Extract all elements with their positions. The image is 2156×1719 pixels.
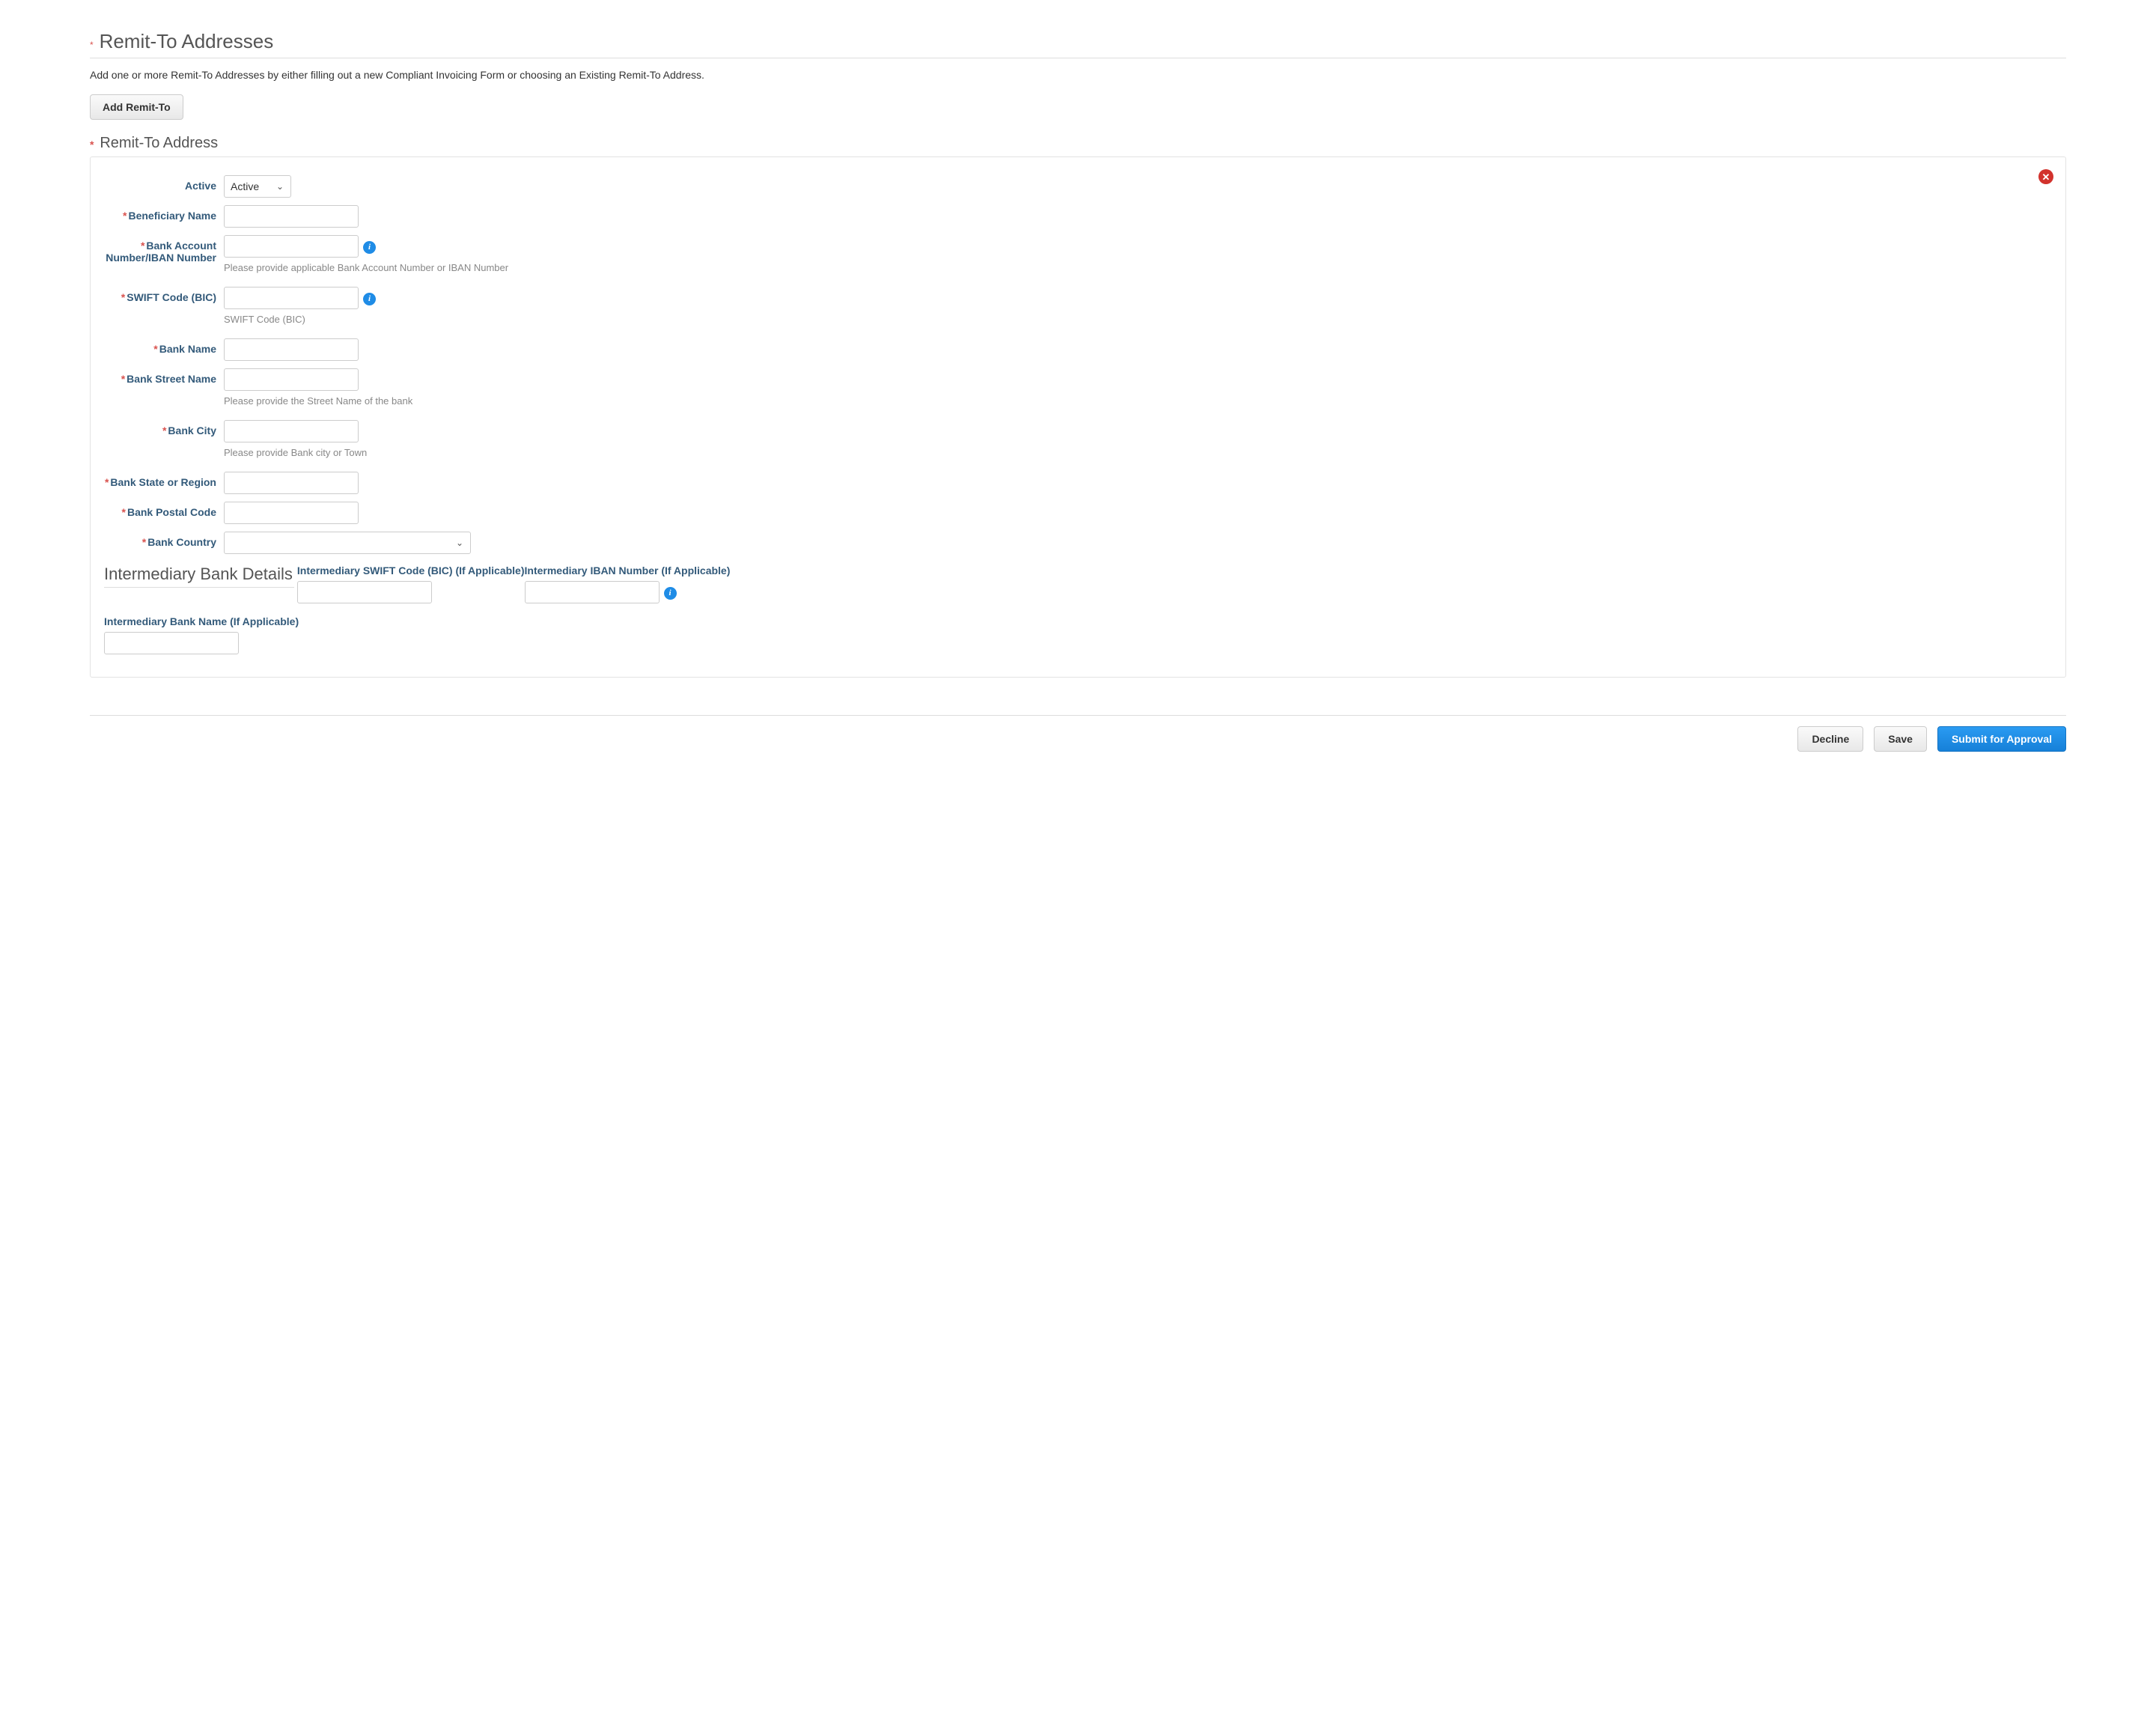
row-bank-state: *Bank State or Region <box>104 472 2052 494</box>
info-icon[interactable]: i <box>363 241 376 254</box>
close-icon[interactable]: ✕ <box>2038 169 2053 184</box>
row-bank-country: *Bank Country ⌄ <box>104 532 2052 554</box>
label-text: Bank Country <box>147 536 216 548</box>
label-bank-street: *Bank Street Name <box>104 368 224 385</box>
active-select[interactable]: Active <box>224 175 291 198</box>
label-text: SWIFT Code (BIC) <box>127 291 216 303</box>
label-text: Bank State or Region <box>110 476 216 488</box>
required-indicator: * <box>90 40 94 50</box>
action-bar: Decline Save Submit for Approval <box>90 715 2066 752</box>
label-bank-country: *Bank Country <box>104 532 224 548</box>
label-text: Bank Postal Code <box>127 506 216 518</box>
bank-account-input[interactable] <box>224 235 359 258</box>
label-text: Bank Street Name <box>127 373 216 385</box>
info-icon[interactable]: i <box>664 587 677 600</box>
label-text: Active <box>185 180 216 192</box>
label-intermediary-bank-name: Intermediary Bank Name (If Applicable) <box>104 615 2052 627</box>
label-bank-name: *Bank Name <box>104 338 224 355</box>
label-bank-state: *Bank State or Region <box>104 472 224 488</box>
remit-to-form-box: ✕ Active Active ⌄ *Beneficiary Name *Ban… <box>90 156 2066 678</box>
section-title-row: * Remit-To Address <box>90 135 2066 152</box>
col-intermediary-iban: Intermediary IBAN Number (If Applicable)… <box>525 565 731 603</box>
intermediary-section: Intermediary Bank Details Intermediary S… <box>104 565 2052 654</box>
row-bank-postal: *Bank Postal Code <box>104 502 2052 524</box>
row-bank-name: *Bank Name <box>104 338 2052 361</box>
intermediary-iban-input[interactable] <box>525 581 660 603</box>
row-active: Active Active ⌄ <box>104 175 2052 198</box>
label-text: Bank Name <box>159 343 216 355</box>
bank-street-hint: Please provide the Street Name of the ba… <box>224 395 2052 407</box>
page-title: Remit-To Addresses <box>100 30 274 53</box>
decline-button[interactable]: Decline <box>1797 726 1863 752</box>
bank-postal-input[interactable] <box>224 502 359 524</box>
row-bank-city: *Bank City Please provide Bank city or T… <box>104 420 2052 458</box>
row-swift: *SWIFT Code (BIC) i SWIFT Code (BIC) <box>104 287 2052 325</box>
swift-input[interactable] <box>224 287 359 309</box>
beneficiary-name-input[interactable] <box>224 205 359 228</box>
label-beneficiary-name: *Beneficiary Name <box>104 205 224 222</box>
bank-city-input[interactable] <box>224 420 359 442</box>
bank-country-select[interactable] <box>224 532 471 554</box>
label-text: Bank City <box>168 425 216 436</box>
label-active: Active <box>104 175 224 192</box>
bank-street-input[interactable] <box>224 368 359 391</box>
save-button[interactable]: Save <box>1874 726 1927 752</box>
bank-state-input[interactable] <box>224 472 359 494</box>
section-title: Remit-To Address <box>100 135 218 152</box>
info-icon[interactable]: i <box>363 293 376 305</box>
col-intermediary-swift: Intermediary SWIFT Code (BIC) (If Applic… <box>297 565 525 603</box>
submit-for-approval-button[interactable]: Submit for Approval <box>1937 726 2066 752</box>
intermediary-bank-name-input[interactable] <box>104 632 239 654</box>
intermediary-swift-input[interactable] <box>297 581 432 603</box>
required-indicator: * <box>90 139 94 150</box>
label-intermediary-iban: Intermediary IBAN Number (If Applicable) <box>525 565 731 576</box>
label-intermediary-swift: Intermediary SWIFT Code (BIC) (If Applic… <box>297 565 525 576</box>
row-bank-street: *Bank Street Name Please provide the Str… <box>104 368 2052 407</box>
label-bank-account: *Bank Account Number/IBAN Number <box>104 235 224 264</box>
bank-city-hint: Please provide Bank city or Town <box>224 447 2052 458</box>
label-swift: *SWIFT Code (BIC) <box>104 287 224 303</box>
label-text: Beneficiary Name <box>128 210 216 222</box>
instruction-text: Add one or more Remit-To Addresses by ei… <box>90 69 2066 81</box>
swift-hint: SWIFT Code (BIC) <box>224 314 2052 325</box>
row-beneficiary-name: *Beneficiary Name <box>104 205 2052 228</box>
label-text: Bank Account Number/IBAN Number <box>106 240 216 264</box>
row-bank-account: *Bank Account Number/IBAN Number i Pleas… <box>104 235 2052 273</box>
bank-account-hint: Please provide applicable Bank Account N… <box>224 262 2052 273</box>
label-bank-city: *Bank City <box>104 420 224 436</box>
intermediary-title: Intermediary Bank Details <box>104 565 294 588</box>
add-remit-to-button[interactable]: Add Remit-To <box>90 94 183 120</box>
bank-name-input[interactable] <box>224 338 359 361</box>
label-bank-postal: *Bank Postal Code <box>104 502 224 518</box>
page-title-row: * Remit-To Addresses <box>90 30 2066 58</box>
